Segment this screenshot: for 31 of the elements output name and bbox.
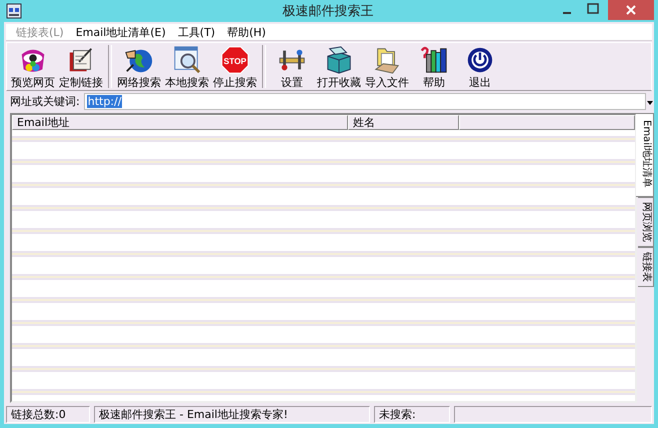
- side-tab[interactable]: Email地址清单: [636, 113, 654, 197]
- magnifier-icon: [172, 45, 202, 75]
- app-icon: [6, 3, 22, 19]
- stop-sign-icon: STOP: [220, 45, 250, 75]
- menu-item[interactable]: 帮助(H): [221, 24, 272, 40]
- menu-item[interactable]: 工具(T): [172, 24, 222, 40]
- toolbar-button[interactable]: STOP 停止搜索: [211, 43, 259, 90]
- address-field[interactable]: http://: [84, 93, 646, 110]
- status-text: 未搜索:: [374, 406, 450, 423]
- window-title: 极速邮件搜索王: [282, 3, 374, 20]
- blank-column-header[interactable]: [459, 115, 635, 130]
- close-icon[interactable]: [608, 0, 654, 20]
- toolbar-button[interactable]: 本地搜索: [163, 43, 211, 90]
- toolbar-button[interactable]: 打开收藏: [315, 43, 363, 90]
- column-header[interactable]: 姓名: [348, 115, 459, 130]
- toolbar-button[interactable]: 网络搜索: [115, 43, 163, 90]
- books-icon: [419, 45, 449, 75]
- toolbar-button[interactable]: 导入文件: [363, 43, 411, 90]
- side-tab[interactable]: 网页浏览: [638, 196, 654, 247]
- status-text: 链接总数:0: [6, 406, 90, 423]
- toolbar-button[interactable]: 设置: [269, 43, 315, 90]
- toolbar-button[interactable]: 预览网页: [9, 43, 57, 90]
- side-tab[interactable]: 链接表: [638, 246, 654, 287]
- status-text: 极速邮件搜索王 - Email地址搜索专家!: [94, 406, 370, 423]
- menu-item[interactable]: Email地址清单(E): [70, 24, 172, 40]
- toolbar-button[interactable]: 退出: [457, 43, 503, 90]
- toolbar-button[interactable]: 帮助: [411, 43, 457, 90]
- toolbar-button[interactable]: 定制链接: [57, 43, 105, 90]
- power-icon: [465, 45, 495, 75]
- address-label: 网址或关键词:: [9, 94, 81, 109]
- column-header[interactable]: Email地址: [12, 115, 348, 130]
